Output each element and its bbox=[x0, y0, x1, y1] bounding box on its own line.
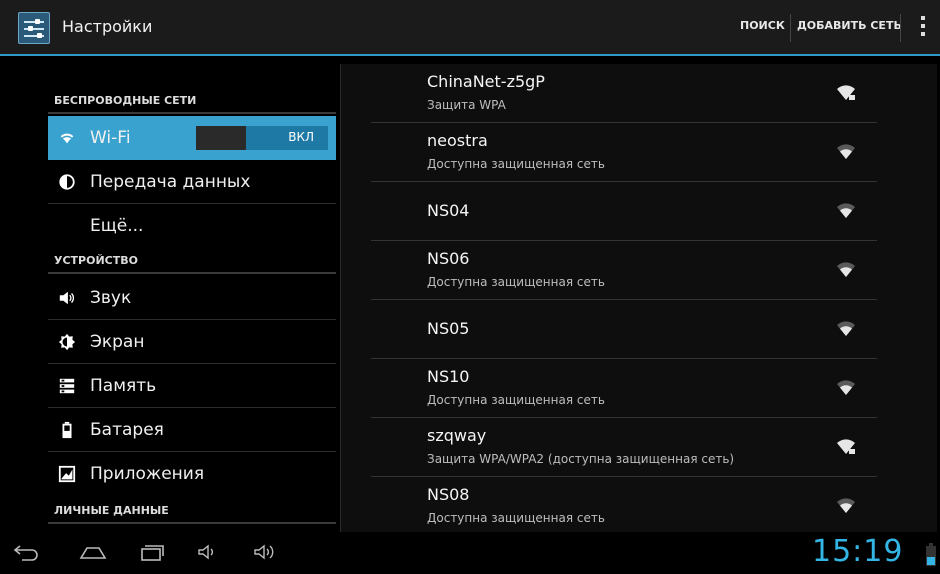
app-title: Настройки bbox=[62, 17, 153, 36]
category-device: УСТРОЙСТВО bbox=[54, 254, 138, 267]
toggle-on-state bbox=[246, 126, 328, 150]
settings-list: БЕСПРОВОДНЫЕ СЕТИ Wi-Fi ВКЛ Передача дан… bbox=[48, 58, 336, 532]
network-name: NS06 bbox=[427, 249, 470, 268]
settings-item-battery[interactable]: Батарея bbox=[48, 408, 336, 452]
network-status: Доступна защищенная сеть bbox=[427, 157, 605, 171]
network-item[interactable]: ChinaNet-z5gP Защита WPA bbox=[341, 64, 937, 123]
settings-item-label: Передача данных bbox=[90, 172, 251, 192]
settings-item-data-usage[interactable]: Передача данных bbox=[48, 160, 336, 204]
wifi-toggle[interactable]: ВКЛ bbox=[196, 126, 328, 150]
volume-up-icon[interactable] bbox=[252, 542, 280, 562]
settings-item-label: Батарея bbox=[90, 420, 164, 440]
back-icon[interactable] bbox=[12, 542, 42, 562]
status-clock[interactable]: 15:19 bbox=[812, 534, 903, 569]
settings-item-storage[interactable]: Память bbox=[48, 364, 336, 408]
settings-item-label: Ещё... bbox=[90, 216, 144, 236]
volume-down-icon[interactable] bbox=[196, 542, 220, 562]
network-status: Защита WPA/WPA2 (доступна защищенная сет… bbox=[427, 452, 735, 466]
network-item[interactable]: NS10 Доступна защищенная сеть bbox=[341, 359, 937, 418]
wifi-signal-icon bbox=[837, 203, 855, 218]
settings-item-label: Wi-Fi bbox=[90, 128, 131, 148]
action-bar: Настройки ПОИСК ДОБАВИТЬ СЕТЬ bbox=[0, 0, 940, 56]
settings-item-apps[interactable]: Приложения bbox=[48, 452, 336, 496]
action-divider bbox=[790, 14, 791, 42]
category-personal: ЛИЧНЫЕ ДАННЫЕ bbox=[54, 504, 169, 517]
wifi-signal-locked-icon bbox=[837, 439, 855, 454]
settings-item-label: Память bbox=[90, 376, 157, 396]
network-name: NS05 bbox=[427, 319, 470, 338]
battery-setting-icon bbox=[62, 421, 72, 439]
toggle-label: ВКЛ bbox=[288, 130, 314, 144]
network-name: ChinaNet-z5gP bbox=[427, 72, 545, 91]
category-divider bbox=[48, 272, 336, 274]
wifi-signal-locked-icon bbox=[837, 85, 855, 100]
search-button[interactable]: ПОИСК bbox=[740, 19, 785, 32]
network-item[interactable]: neostra Доступна защищенная сеть bbox=[341, 123, 937, 182]
wifi-signal-icon bbox=[837, 262, 855, 277]
settings-item-more[interactable]: Ещё... bbox=[48, 204, 336, 248]
settings-item-label: Звук bbox=[90, 288, 132, 308]
brightness-icon bbox=[58, 333, 76, 351]
network-status: Защита WPA bbox=[427, 98, 506, 112]
speaker-icon bbox=[59, 291, 74, 305]
wifi-network-list: ChinaNet-z5gP Защита WPA neostra Доступн… bbox=[340, 64, 937, 532]
overflow-menu-icon[interactable] bbox=[920, 16, 926, 40]
network-status: Доступна защищенная сеть bbox=[427, 275, 605, 289]
system-bar bbox=[0, 532, 940, 574]
network-name: NS10 bbox=[427, 367, 470, 386]
network-name: szqway bbox=[427, 426, 487, 445]
network-item[interactable]: NS04 bbox=[341, 182, 937, 241]
wifi-icon bbox=[60, 133, 74, 144]
network-status: Доступна защищенная сеть bbox=[427, 393, 605, 407]
wifi-signal-icon bbox=[837, 380, 855, 395]
category-wireless: БЕСПРОВОДНЫЕ СЕТИ bbox=[54, 94, 197, 107]
recent-apps-icon[interactable] bbox=[136, 542, 166, 562]
category-divider bbox=[48, 522, 336, 524]
network-item[interactable]: szqway Защита WPA/WPA2 (доступна защищен… bbox=[341, 418, 937, 477]
network-item[interactable]: NS08 Доступна защищенная сеть bbox=[341, 477, 937, 536]
network-name: NS08 bbox=[427, 485, 470, 504]
network-item[interactable]: NS06 Доступна защищенная сеть bbox=[341, 241, 937, 300]
settings-item-sound[interactable]: Звук bbox=[48, 276, 336, 320]
add-network-button[interactable]: ДОБАВИТЬ СЕТЬ bbox=[797, 19, 902, 32]
network-status: Доступна защищенная сеть bbox=[427, 511, 605, 525]
settings-item-label: Приложения bbox=[90, 464, 205, 484]
wifi-signal-icon bbox=[837, 144, 855, 159]
network-name: NS04 bbox=[427, 201, 470, 220]
settings-item-display[interactable]: Экран bbox=[48, 320, 336, 364]
apps-icon bbox=[58, 465, 76, 483]
settings-item-label: Экран bbox=[90, 332, 145, 352]
wifi-signal-icon bbox=[837, 498, 855, 513]
settings-item-wifi[interactable]: Wi-Fi ВКЛ bbox=[48, 116, 336, 160]
settings-app-icon[interactable] bbox=[18, 12, 50, 44]
action-divider bbox=[900, 14, 901, 42]
data-usage-icon bbox=[59, 174, 75, 190]
wifi-signal-icon bbox=[837, 321, 855, 336]
category-divider bbox=[48, 112, 336, 114]
network-name: neostra bbox=[427, 131, 488, 150]
storage-icon bbox=[59, 378, 75, 394]
battery-status-icon[interactable] bbox=[926, 543, 936, 566]
home-icon[interactable] bbox=[78, 542, 108, 562]
network-item[interactable]: NS05 bbox=[341, 300, 937, 359]
